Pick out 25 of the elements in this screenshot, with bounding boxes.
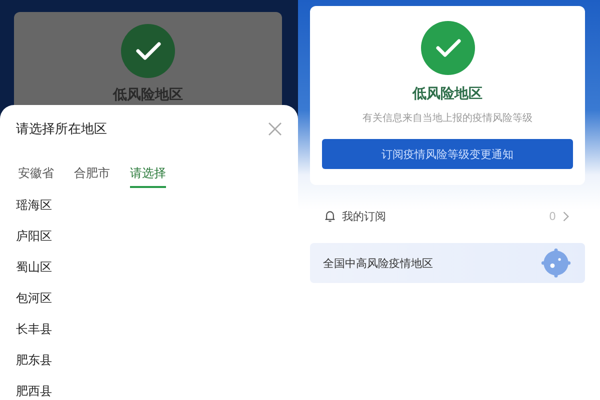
district-item[interactable]: 庐阳区 (16, 221, 298, 252)
region-tab[interactable]: 请选择 (130, 165, 166, 188)
district-item[interactable]: 肥东县 (16, 345, 298, 376)
high-risk-label: 全国中高风险疫情地区 (323, 256, 433, 270)
district-item[interactable]: 长丰县 (16, 314, 298, 345)
bell-icon (324, 209, 336, 223)
status-title: 低风险地区 (412, 85, 482, 103)
subscriptions-count: 0 (549, 210, 556, 222)
chevron-icon[interactable] (562, 210, 569, 222)
subscriptions-label[interactable]: 我的订阅 (342, 208, 386, 224)
high-risk-card[interactable]: 全国中高风险疫情地区 (310, 243, 585, 283)
region-tab[interactable]: 安徽省 (18, 165, 54, 188)
sheet-title: 请选择所在地区 (16, 121, 107, 138)
check-icon (420, 21, 474, 75)
district-item[interactable]: 瑶海区 (16, 190, 298, 221)
status-subtitle: 有关信息来自当地上报的疫情风险等级 (362, 112, 532, 125)
virus-icon (541, 248, 571, 278)
region-tab[interactable]: 合肥市 (74, 165, 110, 188)
district-item[interactable]: 蜀山区 (16, 252, 298, 283)
district-item[interactable]: 肥西县 (16, 376, 298, 400)
close-icon[interactable] (268, 122, 282, 136)
subscribe-button[interactable]: 订阅疫情风险等级变更通知 (322, 139, 573, 169)
status-title: 低风险地区 (113, 86, 183, 104)
district-item[interactable]: 包河区 (16, 283, 298, 314)
check-icon (121, 24, 175, 78)
